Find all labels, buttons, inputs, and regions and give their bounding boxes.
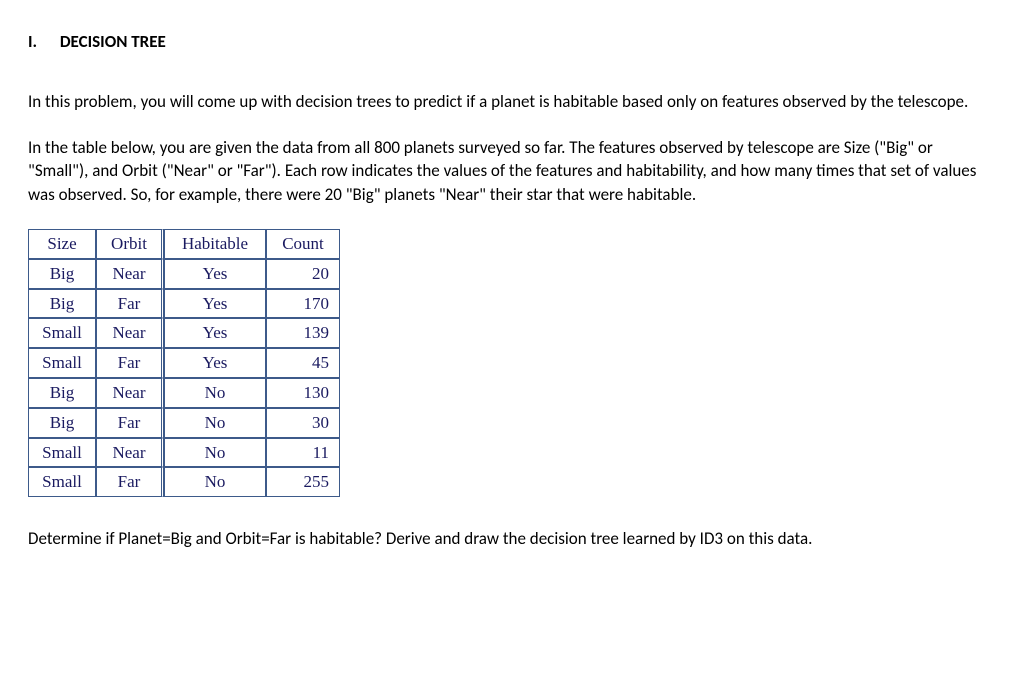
table-row: Small Near No 11 — [28, 438, 340, 468]
cell-orbit: Far — [96, 467, 164, 497]
table-row: Small Far No 255 — [28, 467, 340, 497]
table-row: Big Near Yes 20 — [28, 259, 340, 289]
question-paragraph: Determine if Planet=Big and Orbit=Far is… — [28, 527, 988, 551]
table-row: Small Far Yes 45 — [28, 348, 340, 378]
cell-orbit: Far — [96, 408, 164, 438]
cell-size: Big — [28, 289, 96, 319]
cell-habitable: No — [164, 408, 266, 438]
cell-count: 139 — [266, 318, 340, 348]
description-paragraph: In the table below, you are given the da… — [28, 136, 988, 207]
table-header-row: Size Orbit Habitable Count — [28, 229, 340, 259]
cell-orbit: Far — [96, 348, 164, 378]
cell-size: Small — [28, 438, 96, 468]
cell-count: 170 — [266, 289, 340, 319]
planet-data-table: Size Orbit Habitable Count Big Near Yes … — [28, 229, 340, 497]
cell-size: Small — [28, 318, 96, 348]
cell-habitable: No — [164, 438, 266, 468]
cell-count: 255 — [266, 467, 340, 497]
cell-count: 11 — [266, 438, 340, 468]
cell-habitable: Yes — [164, 318, 266, 348]
cell-size: Big — [28, 259, 96, 289]
cell-size: Small — [28, 348, 96, 378]
cell-count: 130 — [266, 378, 340, 408]
cell-size: Big — [28, 378, 96, 408]
header-size: Size — [28, 229, 96, 259]
cell-orbit: Near — [96, 259, 164, 289]
cell-count: 45 — [266, 348, 340, 378]
cell-count: 30 — [266, 408, 340, 438]
cell-size: Small — [28, 467, 96, 497]
table-row: Big Far No 30 — [28, 408, 340, 438]
header-count: Count — [266, 229, 340, 259]
heading-number: I. — [28, 30, 56, 54]
cell-orbit: Near — [96, 378, 164, 408]
header-habitable: Habitable — [164, 229, 266, 259]
table-row: Big Far Yes 170 — [28, 289, 340, 319]
cell-orbit: Near — [96, 318, 164, 348]
header-orbit: Orbit — [96, 229, 164, 259]
cell-habitable: Yes — [164, 289, 266, 319]
cell-orbit: Far — [96, 289, 164, 319]
table-row: Big Near No 130 — [28, 378, 340, 408]
cell-orbit: Near — [96, 438, 164, 468]
section-heading: I. DECISION TREE — [28, 30, 991, 54]
table-row: Small Near Yes 139 — [28, 318, 340, 348]
heading-title: DECISION TREE — [60, 31, 166, 52]
cell-habitable: Yes — [164, 348, 266, 378]
cell-habitable: No — [164, 467, 266, 497]
cell-count: 20 — [266, 259, 340, 289]
intro-paragraph: In this problem, you will come up with d… — [28, 90, 988, 114]
cell-habitable: No — [164, 378, 266, 408]
cell-habitable: Yes — [164, 259, 266, 289]
cell-size: Big — [28, 408, 96, 438]
